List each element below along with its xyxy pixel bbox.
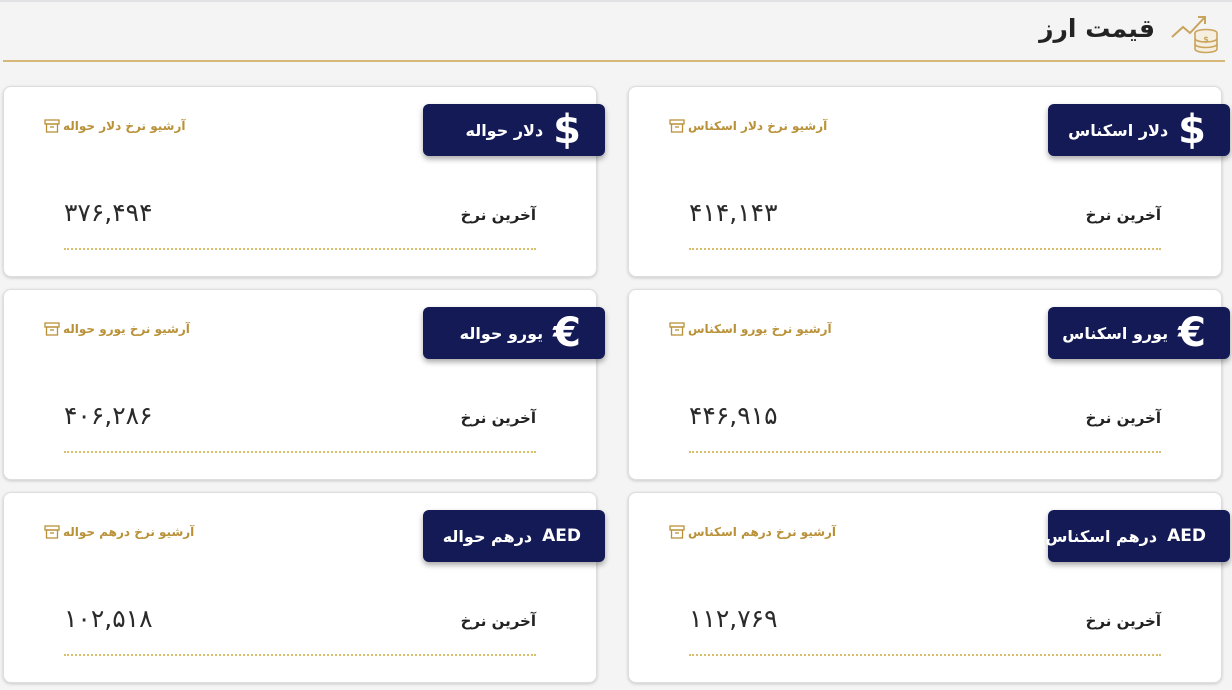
archive-link[interactable]: آرشیو نرخ یورو حواله: [44, 322, 190, 336]
rate-value: ۱۱۲,۷۶۹: [689, 604, 778, 633]
rate-value: ۴۰۶,۲۸۶: [64, 401, 153, 430]
currency-card-aed-transfer: AED درهم حواله آرشیو نرخ درهم حواله آخری…: [3, 492, 605, 683]
currency-name: دلار اسکناس: [1068, 120, 1169, 140]
dotted-divider: [689, 451, 1161, 453]
currency-name: درهم اسکناس: [1045, 526, 1158, 546]
currency-card-eur-cash: € یورو اسکناس آرشیو نرخ یورو اسکناس آخری…: [628, 289, 1230, 480]
archive-link[interactable]: آرشیو نرخ یورو اسکناس: [669, 322, 832, 336]
chart-coins-icon: $: [1171, 16, 1218, 54]
dollar-icon: $: [1178, 107, 1206, 153]
last-rate-label: آخرین نرخ: [1085, 409, 1161, 427]
currency-badge: AED درهم اسکناس: [1045, 510, 1230, 562]
currency-name: یورو حواله: [459, 323, 544, 343]
archive-box-icon: [669, 525, 685, 539]
archive-link-label: آرشیو نرخ درهم اسکناس: [688, 525, 837, 539]
currency-card-usd-transfer: $ دلار حواله آرشیو نرخ دلار حواله آخرین …: [3, 86, 605, 277]
archive-box-icon: [44, 119, 60, 133]
last-rate-label: آخرین نرخ: [460, 612, 536, 630]
currency-badge: AED درهم حواله: [423, 510, 605, 562]
euro-icon: €: [553, 310, 581, 356]
svg-text:$: $: [1203, 35, 1209, 44]
currency-card-eur-transfer: € یورو حواله آرشیو نرخ یورو حواله آخرین …: [3, 289, 605, 480]
archive-box-icon: [669, 119, 685, 133]
last-rate-label: آخرین نرخ: [460, 409, 536, 427]
archive-link-label: آرشیو نرخ دلار اسکناس: [688, 119, 828, 133]
currency-name: یورو اسکناس: [1062, 323, 1169, 343]
currency-name: دلار حواله: [465, 120, 544, 140]
dotted-divider: [64, 248, 536, 250]
archive-link[interactable]: آرشیو نرخ دلار حواله: [44, 119, 185, 133]
archive-link[interactable]: آرشیو نرخ دلار اسکناس: [669, 119, 827, 133]
dollar-icon: $: [553, 107, 581, 153]
currency-badge: $ دلار حواله: [423, 104, 605, 156]
archive-link-label: آرشیو نرخ یورو اسکناس: [688, 322, 832, 336]
archive-link[interactable]: آرشیو نرخ درهم اسکناس: [669, 525, 836, 539]
dotted-divider: [689, 654, 1161, 656]
currency-badge: $ دلار اسکناس: [1048, 104, 1230, 156]
euro-icon: €: [1178, 310, 1206, 356]
currency-card-usd-cash: $ دلار اسکناس آرشیو نرخ دلار اسکناس آخری…: [628, 86, 1230, 277]
currency-badge: € یورو حواله: [423, 307, 605, 359]
archive-link[interactable]: آرشیو نرخ درهم حواله: [44, 525, 194, 539]
rate-value: ۴۱۴,۱۴۳: [689, 198, 778, 227]
last-rate-label: آخرین نرخ: [460, 206, 536, 224]
archive-link-label: آرشیو نرخ یورو حواله: [63, 322, 190, 336]
last-rate-label: آخرین نرخ: [1085, 612, 1161, 630]
dotted-divider: [64, 451, 536, 453]
aed-code: AED: [542, 525, 581, 546]
currency-badge: € یورو اسکناس: [1048, 307, 1230, 359]
dotted-divider: [689, 248, 1161, 250]
currency-name: درهم حواله: [442, 526, 533, 546]
currency-card-aed-cash: AED درهم اسکناس آرشیو نرخ درهم اسکناس آخ…: [628, 492, 1230, 683]
archive-box-icon: [44, 322, 60, 336]
page-title: قیمت ارز: [1039, 14, 1155, 43]
page-header: قیمت ارز $: [3, 2, 1225, 62]
rate-value: ۴۴۶,۹۱۵: [689, 401, 778, 430]
archive-link-label: آرشیو نرخ درهم حواله: [63, 525, 195, 539]
rate-value: ۳۷۶,۴۹۴: [64, 198, 153, 227]
aed-code: AED: [1167, 525, 1206, 546]
archive-box-icon: [44, 525, 60, 539]
dotted-divider: [64, 654, 536, 656]
last-rate-label: آخرین نرخ: [1085, 206, 1161, 224]
rate-value: ۱۰۲,۵۱۸: [64, 604, 153, 633]
archive-link-label: آرشیو نرخ دلار حواله: [63, 119, 186, 133]
archive-box-icon: [669, 322, 685, 336]
